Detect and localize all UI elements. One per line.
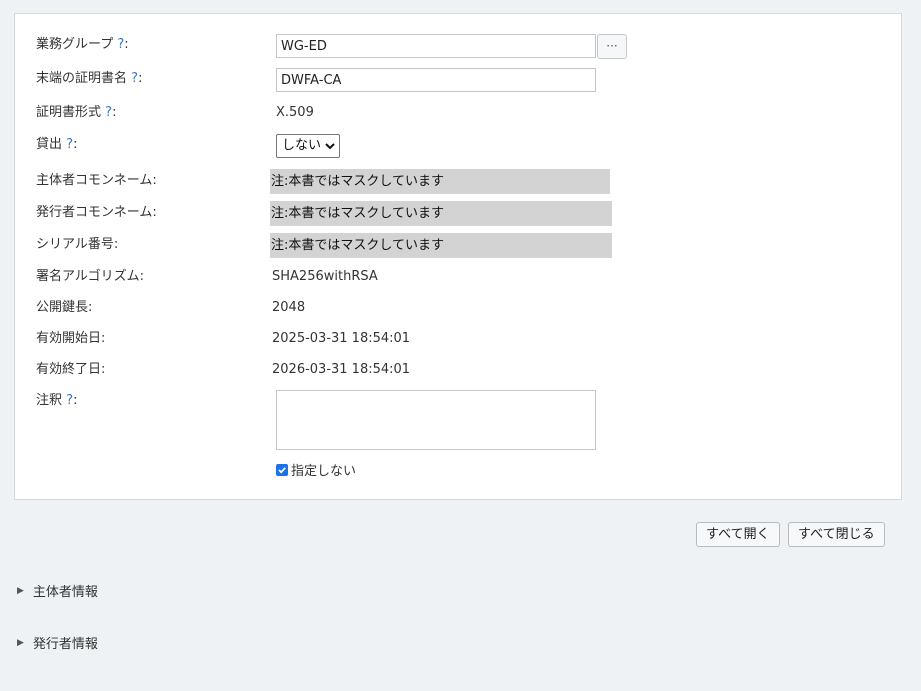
not-specified-checkbox[interactable] <box>276 463 288 476</box>
cert-format-label: 証明書形式 ?: <box>36 105 117 120</box>
serial-number-masked-value: 注:本書ではマスクしています <box>270 233 612 258</box>
issuer-cn-label: 発行者コモンネーム: <box>36 205 157 220</box>
expand-triangle-icon: ▶ <box>17 637 24 648</box>
not-specified-label: 指定しない <box>291 464 357 479</box>
valid-from-label: 有効開始日: <box>36 331 106 346</box>
subject-cn-label: 主体者コモンネーム: <box>36 173 157 188</box>
row-business-group: 業務グループ ?: ··· <box>15 30 901 60</box>
row-cert-format: 証明書形式 ?: X.509 <box>15 98 901 128</box>
help-icon[interactable]: ? <box>117 37 124 52</box>
serial-number-label: シリアル番号: <box>36 237 119 252</box>
lending-selected-value: しない <box>282 138 322 153</box>
end-cert-name-label: 末端の証明書名 ?: <box>36 71 143 86</box>
row-lending: 貸出 ?: しない <box>15 130 901 160</box>
subject-cn-masked-value: 注:本書ではマスクしています <box>270 169 610 194</box>
cert-format-value: X.509 <box>276 105 314 120</box>
signature-algorithm-label: 署名アルゴリズム: <box>36 269 144 284</box>
business-group-input[interactable] <box>276 34 596 58</box>
help-icon[interactable]: ? <box>105 105 112 120</box>
row-end-cert-name: 末端の証明書名 ?: <box>15 64 901 94</box>
help-icon[interactable]: ? <box>66 393 73 408</box>
row-subject-cn: 主体者コモンネーム: 注:本書ではマスクしています <box>15 166 901 196</box>
collapse-all-button[interactable]: すべて閉じる <box>788 522 885 547</box>
valid-from-value: 2025-03-31 18:54:01 <box>272 331 411 346</box>
notes-label: 注釈 ?: <box>36 393 78 408</box>
valid-to-value: 2026-03-31 18:54:01 <box>272 362 411 377</box>
chevron-down-icon <box>325 142 335 149</box>
browse-business-group-button[interactable]: ··· <box>597 34 627 59</box>
row-valid-to: 有効終了日: 2026-03-31 18:54:01 <box>15 355 901 385</box>
row-signature-algorithm: 署名アルゴリズム: SHA256withRSA <box>15 262 901 292</box>
certificate-form-panel: 業務グループ ?: ··· 末端の証明書名 ?: 証明書形式 ?: X.509 … <box>14 13 902 500</box>
lending-select[interactable]: しない <box>276 134 341 158</box>
checkmark-icon <box>278 466 286 474</box>
end-cert-name-input[interactable] <box>276 68 596 92</box>
key-length-label: 公開鍵長: <box>36 300 93 315</box>
key-length-value: 2048 <box>272 300 306 315</box>
expand-triangle-icon: ▶ <box>17 585 24 596</box>
row-issuer-cn: 発行者コモンネーム: 注:本書ではマスクしています <box>15 198 901 228</box>
help-icon[interactable]: ? <box>131 71 138 86</box>
expand-all-button[interactable]: すべて開く <box>696 522 780 547</box>
row-serial-number: シリアル番号: 注:本書ではマスクしています <box>15 230 901 260</box>
lending-label: 貸出 ?: <box>36 137 78 152</box>
notes-textarea[interactable] <box>276 390 596 450</box>
section-subject-info[interactable]: ▶ 主体者情報 <box>17 581 98 600</box>
issuer-cn-masked-value: 注:本書ではマスクしています <box>270 201 612 226</box>
section-issuer-info[interactable]: ▶ 発行者情報 <box>17 633 98 652</box>
not-specified-option[interactable]: 指定しない <box>276 460 356 479</box>
row-key-length: 公開鍵長: 2048 <box>15 293 901 323</box>
section-issuer-info-label: 発行者情報 <box>32 637 98 652</box>
row-valid-from: 有効開始日: 2025-03-31 18:54:01 <box>15 324 901 354</box>
valid-to-label: 有効終了日: <box>36 362 106 377</box>
help-icon[interactable]: ? <box>66 137 73 152</box>
signature-algorithm-value: SHA256withRSA <box>272 269 378 284</box>
business-group-label: 業務グループ ?: <box>36 37 129 52</box>
section-subject-info-label: 主体者情報 <box>32 585 98 600</box>
